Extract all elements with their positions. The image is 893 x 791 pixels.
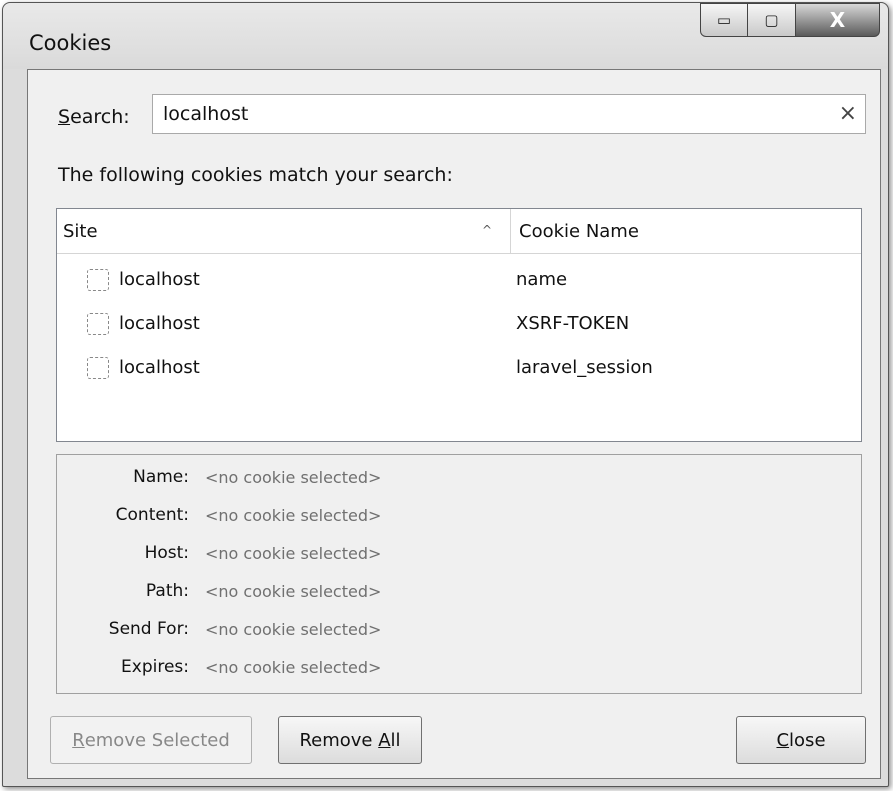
table-row[interactable]: localhost XSRF-TOKEN <box>57 305 861 345</box>
row-site: localhost <box>119 357 200 378</box>
detail-send-for: Send For: <no cookie selected> <box>108 619 382 639</box>
cookies-table[interactable]: Site ^ Cookie Name localhost name localh… <box>56 208 862 442</box>
search-input[interactable] <box>163 101 813 127</box>
title-bar[interactable]: Cookies ▭ ▢ X <box>3 3 888 69</box>
table-header: Site ^ Cookie Name <box>57 209 861 254</box>
detail-name: Name: <no cookie selected> <box>133 467 382 487</box>
search-label: Search: <box>58 106 130 128</box>
remove-all-button[interactable]: Remove All <box>278 716 422 764</box>
sort-ascending-icon: ^ <box>482 223 493 237</box>
row-cookie-name: name <box>516 269 568 290</box>
search-field[interactable]: × <box>152 94 866 134</box>
close-icon: X <box>829 8 846 32</box>
dialog-body: Search: × The following cookies match yo… <box>27 69 881 779</box>
cookies-dialog: Cookies ▭ ▢ X Search: × The following co… <box>2 2 889 787</box>
close-button[interactable]: Close <box>736 716 866 764</box>
detail-path: Path: <no cookie selected> <box>145 581 382 601</box>
row-site: localhost <box>119 313 200 334</box>
column-header-cookie-name[interactable]: Cookie Name <box>511 209 861 253</box>
detail-expires: Expires: <no cookie selected> <box>121 657 382 677</box>
column-header-site[interactable]: Site ^ <box>57 209 511 253</box>
window-controls: ▭ ▢ X <box>700 3 880 39</box>
minimize-button[interactable]: ▭ <box>700 3 748 37</box>
table-row[interactable]: localhost name <box>57 261 861 301</box>
cookie-placeholder-icon <box>87 357 109 379</box>
table-row[interactable]: localhost laravel_session <box>57 349 861 389</box>
cookie-placeholder-icon <box>87 269 109 291</box>
cookie-details-panel: Name: <no cookie selected> Content: <no … <box>56 454 862 694</box>
clear-search-icon[interactable]: × <box>839 101 857 126</box>
window-title: Cookies <box>29 31 112 55</box>
row-cookie-name: laravel_session <box>516 357 653 378</box>
close-window-button[interactable]: X <box>796 3 880 37</box>
maximize-icon: ▢ <box>764 11 779 29</box>
detail-content: Content: <no cookie selected> <box>115 505 382 525</box>
detail-host: Host: <no cookie selected> <box>144 543 382 563</box>
row-cookie-name: XSRF-TOKEN <box>516 313 630 334</box>
minimize-icon: ▭ <box>716 11 732 29</box>
match-description: The following cookies match your search: <box>58 164 453 186</box>
remove-selected-button[interactable]: Remove Selected <box>50 716 252 764</box>
maximize-button[interactable]: ▢ <box>748 3 796 37</box>
cookie-placeholder-icon <box>87 313 109 335</box>
row-site: localhost <box>119 269 200 290</box>
